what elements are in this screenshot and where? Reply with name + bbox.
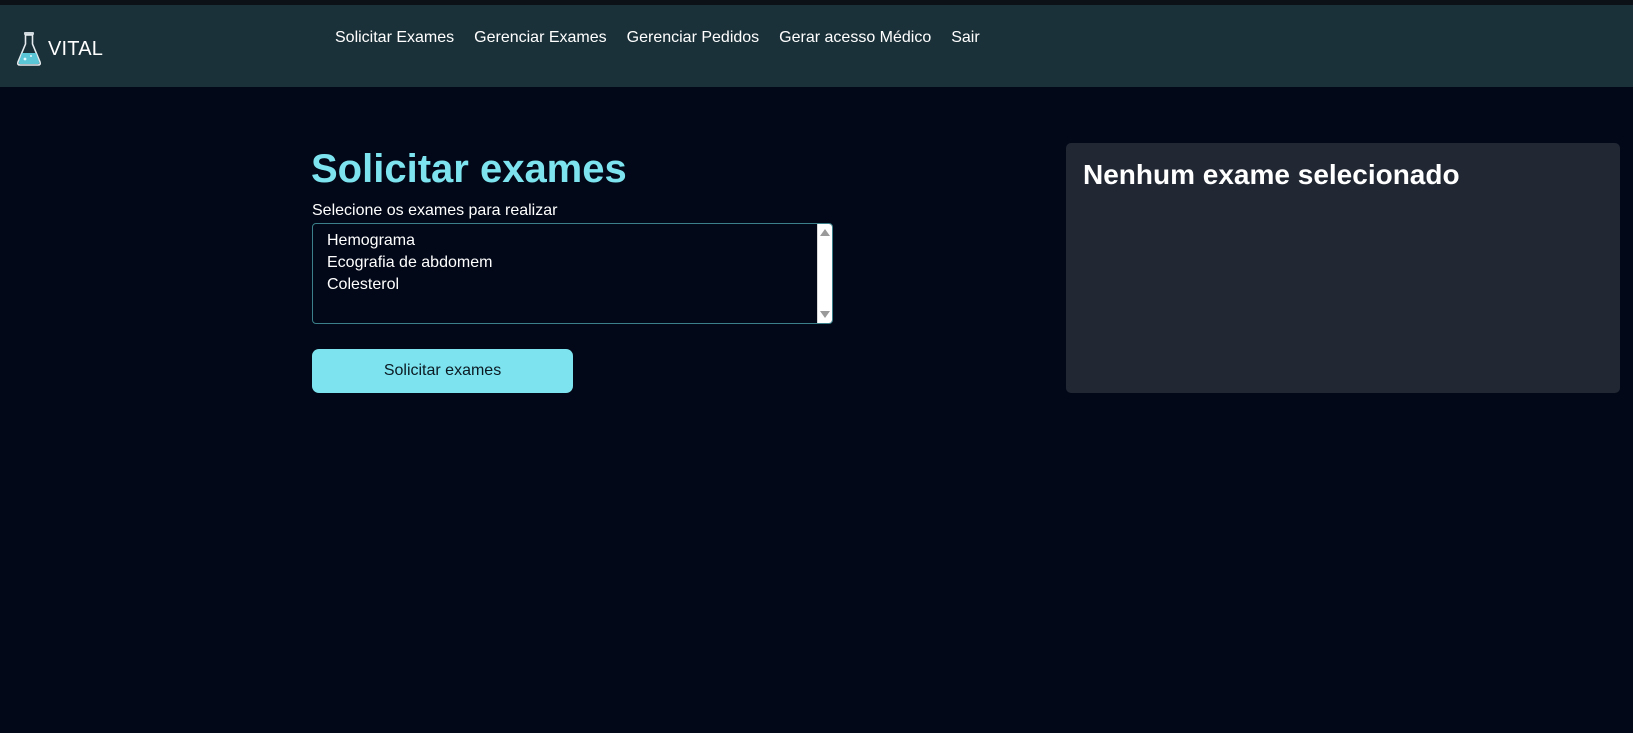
nav-item-gerenciar-exames[interactable]: Gerenciar Exames: [474, 29, 607, 47]
nav-item-gerenciar-pedidos[interactable]: Gerenciar Pedidos: [627, 29, 760, 47]
selected-exams-panel: Nenhum exame selecionado: [1066, 143, 1620, 393]
scroll-up-arrow-icon[interactable]: [820, 229, 830, 236]
request-exams-button[interactable]: Solicitar exames: [312, 349, 573, 393]
exam-multiselect[interactable]: Hemograma Ecografia de abdomem Colestero…: [312, 223, 833, 324]
exam-option-ecografia-abdomem[interactable]: Ecografia de abdomem: [327, 254, 492, 272]
nav-item-gerar-acesso-medico[interactable]: Gerar acesso Médico: [779, 29, 931, 47]
page-title: Solicitar exames: [311, 147, 627, 191]
brand-logo[interactable]: VITAL: [16, 31, 103, 67]
brand-name: VITAL: [48, 37, 104, 60]
flask-icon: [16, 32, 42, 66]
nav-item-sair[interactable]: Sair: [951, 29, 979, 47]
main-nav: Solicitar Exames Gerenciar Exames Gerenc…: [335, 29, 1000, 47]
nav-item-solicitar-exames[interactable]: Solicitar Exames: [335, 29, 454, 47]
navbar: VITAL Solicitar Exames Gerenciar Exames …: [0, 5, 1633, 87]
exam-select-label: Selecione os exames para realizar: [312, 202, 558, 219]
selected-exams-empty-title: Nenhum exame selecionado: [1083, 159, 1460, 190]
exam-list-scrollbar[interactable]: [817, 224, 832, 323]
scroll-down-arrow-icon[interactable]: [820, 311, 830, 318]
exam-option-hemograma[interactable]: Hemograma: [327, 232, 415, 250]
exam-option-colesterol[interactable]: Colesterol: [327, 276, 399, 294]
